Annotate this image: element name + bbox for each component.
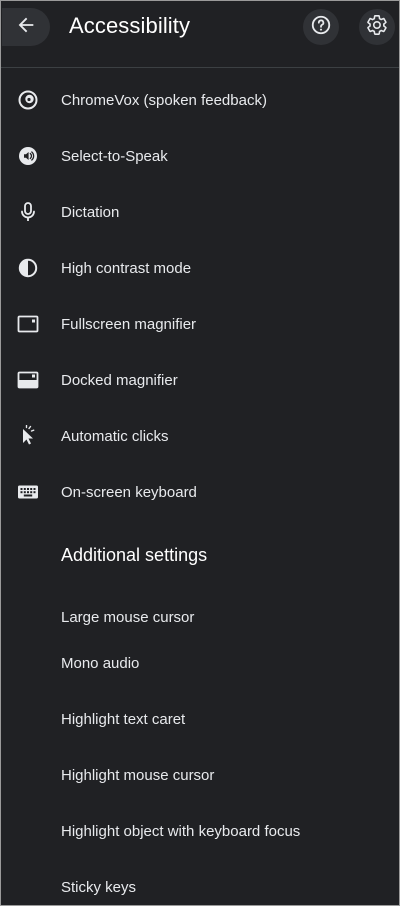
chromevox-icon	[17, 89, 39, 111]
on-screen-keyboard-row[interactable]: On-screen keyboard	[1, 472, 399, 512]
help-button[interactable]	[303, 9, 339, 45]
feature-label: ChromeVox (spoken feedback)	[61, 91, 267, 109]
back-button[interactable]	[2, 8, 50, 46]
setting-label: Mono audio	[61, 654, 140, 672]
dictation-row[interactable]: Dictation	[1, 192, 399, 232]
feature-label: Select-to-Speak	[61, 147, 168, 165]
gear-icon	[366, 14, 388, 41]
fullscreen-magnifier-row[interactable]: Fullscreen magnifier	[1, 304, 399, 344]
settings-button[interactable]	[359, 9, 395, 45]
high-contrast-row[interactable]: High contrast mode	[1, 248, 399, 288]
help-icon	[310, 14, 332, 41]
feature-label: Docked magnifier	[61, 371, 178, 389]
feature-label: Dictation	[61, 203, 120, 221]
header-bar: Accessibility	[1, 1, 399, 68]
docked-magnifier-row[interactable]: Docked magnifier	[1, 360, 399, 400]
setting-label: Large mouse cursor	[61, 608, 195, 626]
mono-audio-row[interactable]: Mono audio	[1, 643, 399, 683]
setting-label: Highlight object with keyboard focus	[61, 822, 301, 840]
automatic-clicks-icon	[17, 425, 39, 447]
setting-label: Highlight text caret	[61, 710, 186, 728]
select-to-speak-icon	[17, 145, 39, 167]
sticky-keys-row[interactable]: Sticky keys	[1, 867, 399, 905]
large-mouse-cursor-row[interactable]: Large mouse cursor	[1, 597, 399, 637]
chromevox-row[interactable]: ChromeVox (spoken feedback)	[1, 80, 399, 120]
keyboard-icon	[17, 481, 39, 503]
highlight-keyboard-focus-row[interactable]: Highlight object with keyboard focus	[1, 811, 399, 851]
page-title: Accessibility	[69, 13, 191, 38]
contrast-icon	[17, 257, 39, 279]
accessibility-settings-page: Accessibility ChromeVox (spoken feedback…	[0, 0, 400, 906]
feature-label: High contrast mode	[61, 259, 192, 277]
docked-magnifier-icon	[17, 369, 39, 391]
arrow-back-icon	[15, 14, 37, 41]
feature-label: On-screen keyboard	[61, 483, 197, 501]
highlight-mouse-cursor-row[interactable]: Highlight mouse cursor	[1, 755, 399, 795]
automatic-clicks-row[interactable]: Automatic clicks	[1, 416, 399, 456]
setting-label: Sticky keys	[61, 878, 137, 896]
fullscreen-magnifier-icon	[17, 313, 39, 335]
select-to-speak-row[interactable]: Select-to-Speak	[1, 136, 399, 176]
additional-settings-heading: Additional settings	[61, 545, 208, 565]
microphone-icon	[17, 201, 39, 223]
highlight-text-caret-row[interactable]: Highlight text caret	[1, 699, 399, 739]
setting-label: Highlight mouse cursor	[61, 766, 215, 784]
feature-label: Fullscreen magnifier	[61, 315, 197, 333]
feature-label: Automatic clicks	[61, 427, 169, 445]
